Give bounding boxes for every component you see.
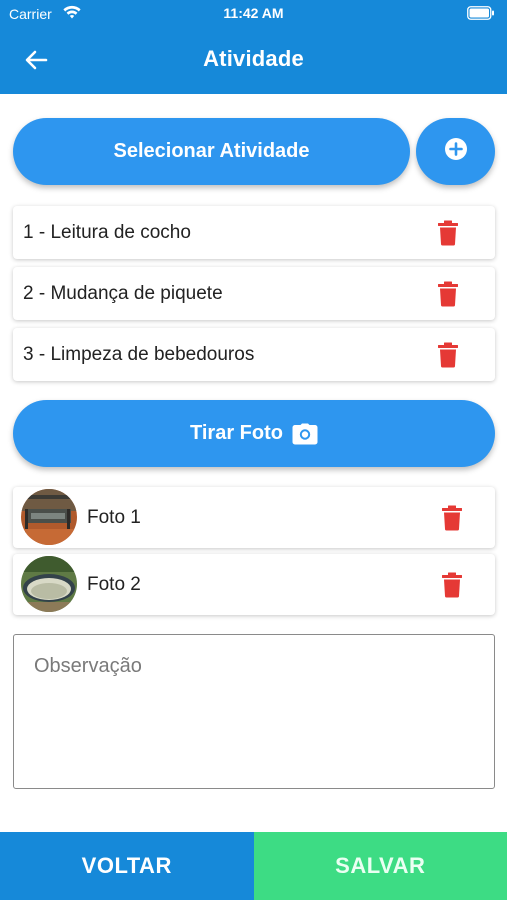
delete-photo-icon[interactable] <box>441 572 463 598</box>
delete-activity-icon[interactable] <box>437 342 459 368</box>
clock: 11:42 AM <box>223 5 284 21</box>
observation-placeholder: Observação <box>34 655 142 677</box>
take-photo-button[interactable]: Tirar Foto <box>13 400 495 467</box>
observation-field[interactable]: Observação <box>13 634 495 789</box>
photo-thumbnail[interactable] <box>21 556 77 612</box>
delete-photo-icon[interactable] <box>441 505 463 531</box>
take-photo-label: Tirar Foto <box>190 422 283 444</box>
camera-icon <box>292 423 318 445</box>
select-activity-button[interactable]: Selecionar Atividade <box>13 118 410 185</box>
select-activity-label: Selecionar Atividade <box>113 140 310 162</box>
plus-circle-icon <box>444 137 468 167</box>
top-bar: Carrier 11:42 AM Atividade <box>0 0 507 94</box>
activity-item-label: 3 - Limpeza de bebedouros <box>23 344 255 365</box>
photo-item-label: Foto 2 <box>87 574 141 595</box>
photo-item: Foto 1 <box>13 487 495 548</box>
photo-thumbnail[interactable] <box>21 489 77 545</box>
back-button[interactable]: VOLTAR <box>0 832 254 900</box>
activity-item-label: 2 - Mudança de piquete <box>23 283 223 304</box>
back-button-label: VOLTAR <box>81 853 172 878</box>
activity-item-label: 1 - Leitura de cocho <box>23 222 191 243</box>
delete-activity-icon[interactable] <box>437 220 459 246</box>
activity-item: 3 - Limpeza de bebedouros <box>13 328 495 381</box>
main-content: Selecionar Atividade 1 - Leitura de coch… <box>0 94 507 832</box>
activity-item: 1 - Leitura de cocho <box>13 206 495 259</box>
delete-activity-icon[interactable] <box>437 281 459 307</box>
footer-actions: VOLTAR SALVAR <box>0 832 507 900</box>
add-activity-button[interactable] <box>416 118 495 185</box>
status-bar: Carrier 11:42 AM <box>0 0 507 28</box>
activity-item: 2 - Mudança de piquete <box>13 267 495 320</box>
save-button[interactable]: SALVAR <box>253 832 507 900</box>
page-title: Atividade <box>203 46 304 71</box>
photo-item-label: Foto 1 <box>87 507 141 528</box>
save-button-label: SALVAR <box>335 853 426 878</box>
photo-item: Foto 2 <box>13 554 495 615</box>
battery-icon <box>467 6 495 23</box>
